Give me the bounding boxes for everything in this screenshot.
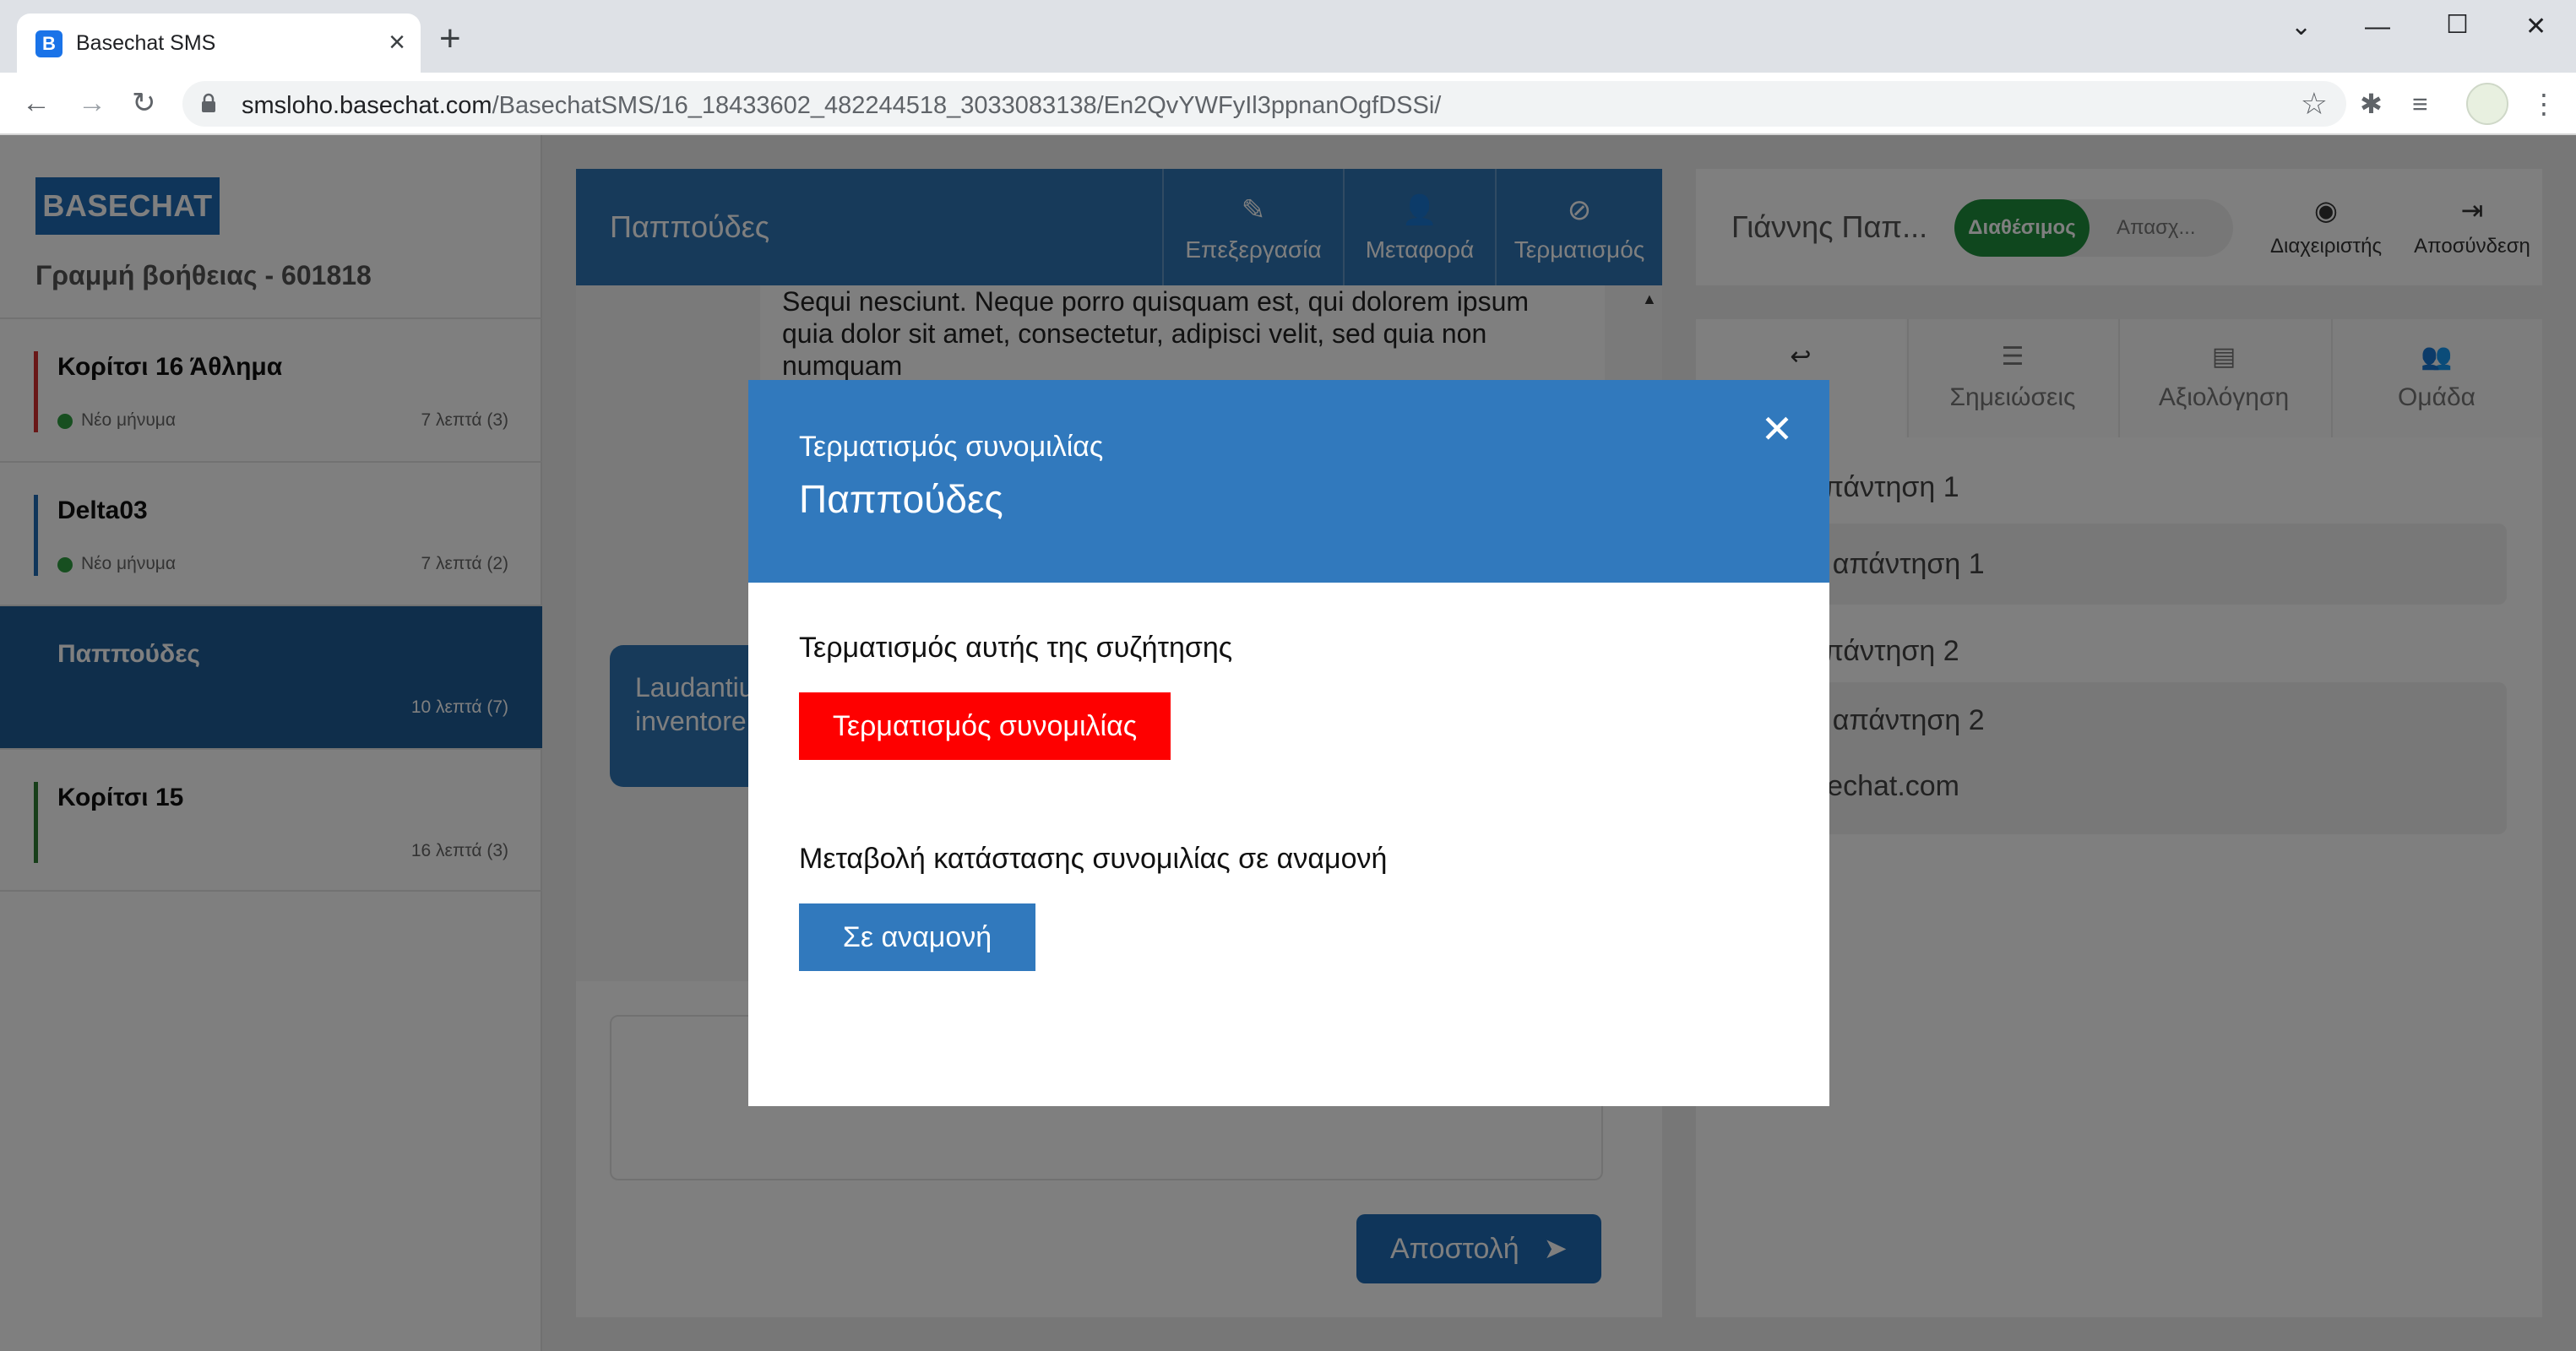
media-controls-icon[interactable]: ≡: [2412, 88, 2428, 120]
lock-icon: [202, 93, 215, 112]
bookmark-star-icon[interactable]: ☆: [2301, 86, 2328, 122]
browser-toolbar: ← → ↻ smsloho.basechat.com/BasechatSMS/1…: [0, 73, 2576, 135]
end-section-label: Τερματισμός αυτής της συζήτησης: [799, 632, 1233, 664]
end-conversation-button[interactable]: Τερματισμός συνομιλίας: [799, 692, 1171, 760]
close-window-icon[interactable]: ✕: [2525, 10, 2546, 44]
forward-icon[interactable]: →: [78, 84, 106, 122]
tab-title: Basechat SMS: [76, 31, 216, 55]
tab-strip: B Basechat SMS × + ⌄ — ☐ ✕: [0, 0, 2576, 73]
browser-chrome: B Basechat SMS × + ⌄ — ☐ ✕ ← → ↻ smsloho…: [0, 0, 2576, 135]
menu-dots-icon[interactable]: ⋮: [2530, 88, 2557, 120]
browser-tab[interactable]: B Basechat SMS ×: [17, 14, 421, 73]
hold-section-label: Μεταβολή κατάστασης συνομιλίας σε αναμον…: [799, 843, 1388, 875]
address-bar[interactable]: smsloho.basechat.com/BasechatSMS/16_1843…: [182, 81, 2346, 127]
favicon-icon: B: [35, 30, 62, 57]
app: BASECHAT Γραμμή βοήθειας - 601818 Κορίτσ…: [0, 135, 2576, 1351]
end-conversation-modal: Τερματισμός συνομιλίας Παππούδες ✕ Τερμα…: [748, 380, 1829, 1106]
modal-subtitle: Τερματισμός συνομιλίας: [799, 431, 1104, 463]
profile-avatar[interactable]: [2466, 83, 2508, 125]
reload-icon[interactable]: ↻: [132, 84, 156, 122]
maximize-icon[interactable]: ☐: [2446, 8, 2469, 42]
close-tab-icon[interactable]: ×: [389, 25, 405, 59]
modal-header: Τερματισμός συνομιλίας Παππούδες ✕: [748, 380, 1829, 583]
minimize-icon[interactable]: —: [2365, 10, 2390, 44]
new-tab-button[interactable]: +: [439, 20, 461, 57]
extensions-icon[interactable]: ✱: [2360, 88, 2383, 120]
url-text: smsloho.basechat.com/BasechatSMS/16_1843…: [242, 92, 1442, 119]
modal-title: Παππούδες: [799, 477, 1003, 521]
back-icon[interactable]: ←: [22, 84, 51, 122]
close-icon[interactable]: ✕: [1753, 405, 1801, 453]
put-on-hold-button[interactable]: Σε αναμονή: [799, 903, 1035, 971]
tab-search-icon[interactable]: ⌄: [2291, 10, 2312, 44]
